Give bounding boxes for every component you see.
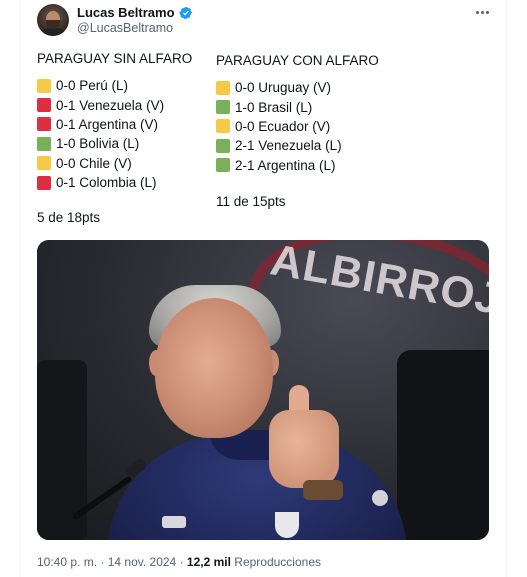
result-square-icon — [216, 80, 230, 95]
section-title: PARAGUAY SIN ALFARO — [37, 51, 193, 66]
views-label: Reproducciones — [230, 555, 321, 569]
tweet-time[interactable]: 10:40 p. m. — [37, 555, 97, 569]
result-square-icon — [37, 117, 51, 132]
result-text: 1-0 Bolivia (L) — [56, 136, 140, 152]
points-total-with-alfaro: 11 de 15pts — [216, 194, 286, 209]
meta-separator: · — [176, 555, 187, 569]
result-text: 1-0 Brasil (L) — [235, 99, 313, 115]
result-text: 0-0 Chile (V) — [56, 155, 132, 171]
section-title: PARAGUAY CON ALFARO — [216, 53, 379, 68]
result-row: 0-0 Uruguay (V) — [216, 78, 379, 97]
results-without-alfaro: PARAGUAY SIN ALFARO 0-0 Perú (L) 0-1 Vene… — [37, 50, 192, 192]
column-divider-left — [20, 0, 21, 577]
tweet: Lucas Beltramo @LucasBeltramo PARAGUAY S… — [0, 0, 527, 577]
result-square-icon — [37, 136, 51, 151]
result-text: 0-0 Ecuador (V) — [235, 118, 331, 134]
result-square-icon — [37, 78, 51, 93]
result-text: 0-1 Argentina (V) — [56, 116, 159, 132]
result-square-icon — [37, 98, 51, 113]
result-text: 0-1 Venezuela (V) — [56, 97, 165, 113]
result-text: 0-1 Colombia (L) — [56, 175, 157, 191]
result-square-icon — [37, 156, 51, 171]
tweet-date[interactable]: 14 nov. 2024 — [108, 555, 177, 569]
result-row: 0-0 Perú (L) — [37, 76, 192, 95]
column-divider-right — [506, 0, 507, 577]
result-row: 0-1 Venezuela (V) — [37, 95, 192, 114]
result-square-icon — [216, 119, 230, 134]
result-row: 0-1 Argentina (V) — [37, 115, 192, 134]
author-name[interactable]: Lucas Beltramo — [77, 5, 175, 20]
result-row: 1-0 Bolivia (L) — [37, 134, 192, 153]
results-with-alfaro: PARAGUAY CON ALFARO 0-0 Uruguay (V) 1-0 B… — [216, 52, 379, 175]
result-text: 0-0 Uruguay (V) — [235, 80, 332, 96]
result-row: 2-1 Argentina (L) — [216, 156, 379, 175]
result-square-icon — [216, 100, 230, 115]
meta-separator: · — [97, 555, 108, 569]
tweet-photo[interactable]: ALBIRROJA — [37, 240, 489, 540]
result-text: 0-0 Perú (L) — [56, 78, 129, 94]
result-square-icon — [216, 138, 230, 153]
verified-badge-icon — [178, 6, 192, 19]
tweet-meta: 10:40 p. m. · 14 nov. 2024 · 12,2 mil Re… — [37, 555, 321, 569]
result-square-icon — [37, 175, 51, 190]
result-square-icon — [216, 158, 230, 173]
result-row: 0-0 Chile (V) — [37, 154, 192, 173]
result-row: 1-0 Brasil (L) — [216, 97, 379, 116]
points-total-without-alfaro: 5 de 18pts — [37, 210, 101, 225]
view-count: 12,2 mil — [186, 555, 231, 569]
avatar[interactable] — [37, 4, 69, 36]
result-text: 2-1 Venezuela (L) — [235, 138, 342, 154]
result-row: 2-1 Venezuela (L) — [216, 136, 379, 155]
result-text: 2-1 Argentina (L) — [235, 157, 336, 173]
more-horizontal-icon[interactable] — [472, 4, 492, 20]
author-name-row: Lucas Beltramo — [77, 5, 193, 20]
result-row: 0-1 Colombia (L) — [37, 173, 192, 192]
author-handle[interactable]: @LucasBeltramo — [77, 21, 173, 35]
result-row: 0-0 Ecuador (V) — [216, 117, 379, 136]
